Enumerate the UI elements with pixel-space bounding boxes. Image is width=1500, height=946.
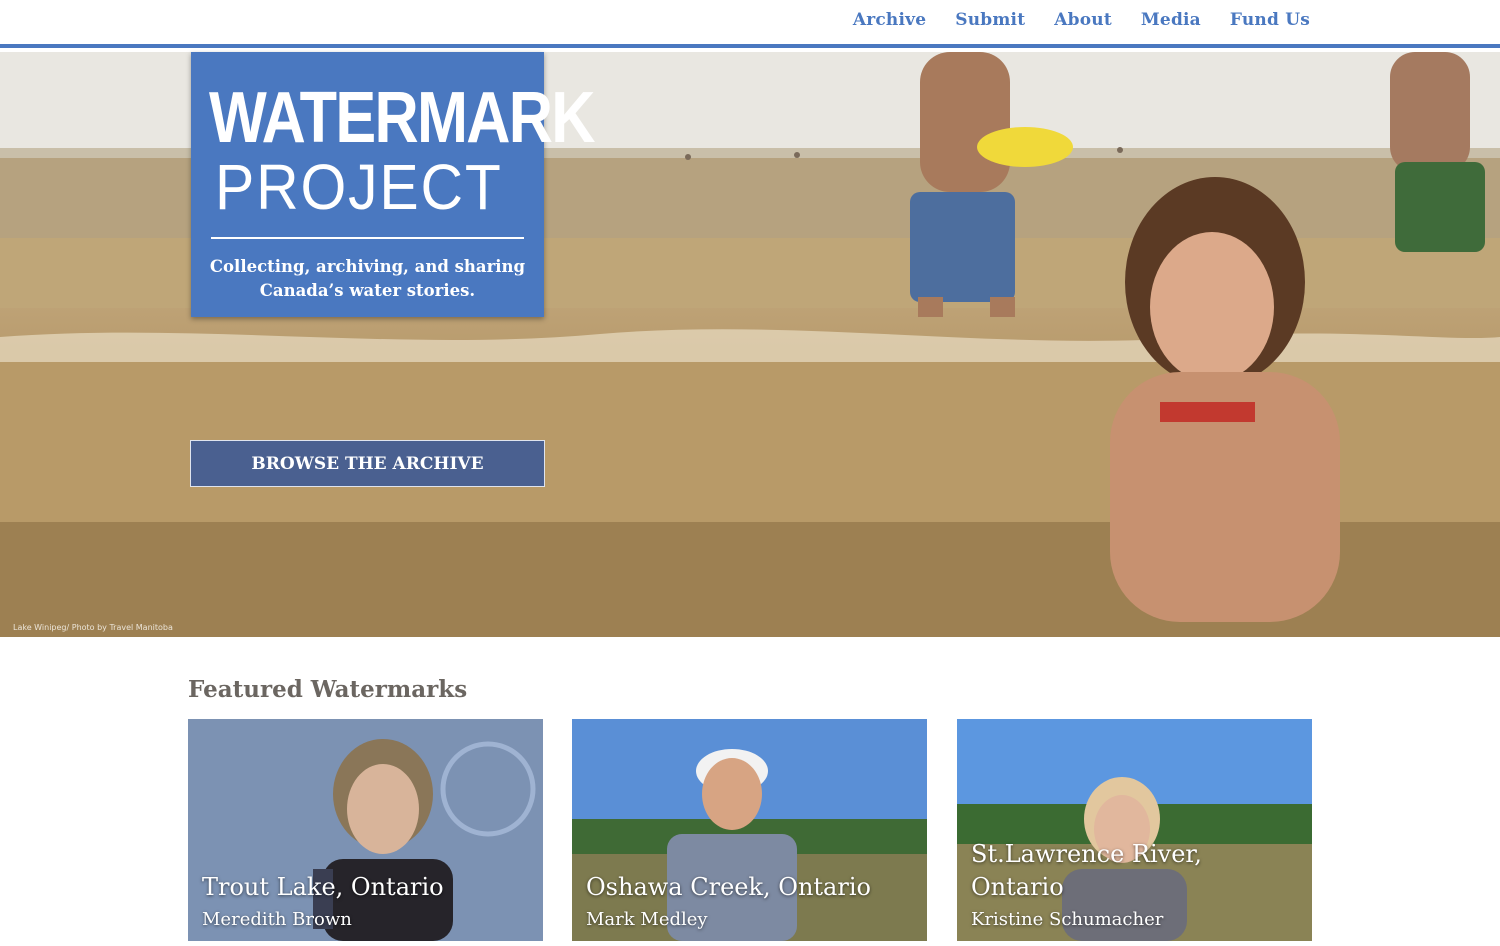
photo-credit: Lake Winipeg/ Photo by Travel Manitoba	[13, 623, 173, 632]
card-person: Meredith Brown	[202, 909, 352, 930]
card-person: Kristine Schumacher	[971, 909, 1164, 930]
logo-divider	[211, 237, 524, 239]
main-nav: Archive Submit About Media Fund Us	[824, 10, 1310, 30]
nav-about[interactable]: About	[1054, 10, 1112, 30]
nav-archive[interactable]: Archive	[853, 10, 926, 30]
featured-card[interactable]: Trout Lake, Ontario Meredith Brown	[188, 719, 543, 941]
featured-card[interactable]: Oshawa Creek, Ontario Mark Medley	[572, 719, 927, 941]
featured-cards: Trout Lake, Ontario Meredith Brown Oshaw…	[188, 719, 1312, 941]
card-place: Oshawa Creek, Ontario	[586, 873, 871, 901]
nav-media[interactable]: Media	[1141, 10, 1201, 30]
logo-line-watermark: WATERMARK	[209, 78, 595, 158]
nav-fund-us[interactable]: Fund Us	[1230, 10, 1310, 30]
featured-card-photo	[572, 719, 927, 941]
nav-submit[interactable]: Submit	[955, 10, 1025, 30]
site-header: Archive Submit About Media Fund Us	[0, 0, 1500, 48]
card-person: Mark Medley	[586, 909, 708, 930]
card-place: St.Lawrence River, Ontario	[971, 840, 1202, 901]
watermark-project-logo[interactable]: WATERMARK PROJECT Collecting, archiving,…	[191, 52, 595, 317]
featured-card[interactable]: St.Lawrence River, Ontario Kristine Schu…	[957, 719, 1312, 941]
logo-line-project: PROJECT	[215, 151, 503, 223]
featured-card-photo	[957, 719, 1312, 941]
tagline: Collecting, archiving, and sharing Canad…	[209, 257, 526, 300]
card-place: Trout Lake, Ontario	[202, 873, 444, 901]
browse-archive-button[interactable]: BROWSE THE ARCHIVE	[190, 440, 545, 487]
featured-card-photo	[188, 719, 543, 941]
featured-heading: Featured Watermarks	[188, 676, 468, 703]
